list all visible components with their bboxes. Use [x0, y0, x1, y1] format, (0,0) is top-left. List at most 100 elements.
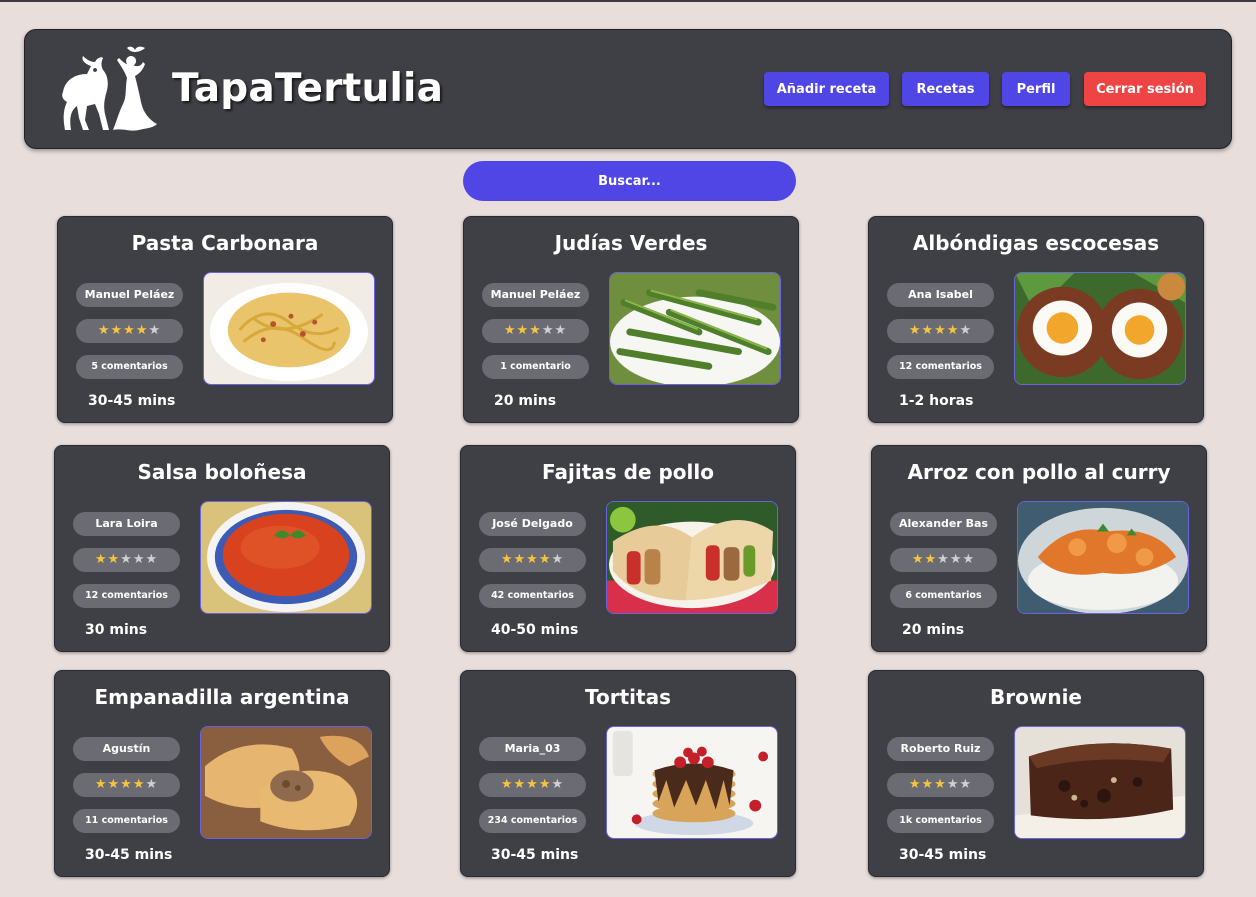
star-filled-icon: ★: [921, 777, 935, 792]
search-input[interactable]: [463, 161, 796, 201]
recipe-author-badge[interactable]: Ana Isabel: [887, 283, 994, 307]
comments-count-badge[interactable]: 12 comentarios: [887, 355, 994, 379]
star-filled-icon: ★: [908, 777, 922, 792]
recipe-author-badge[interactable]: Maria_03: [479, 737, 586, 761]
star-filled-icon: ★: [107, 777, 121, 792]
star-filled-icon: ★: [908, 323, 922, 338]
recipe-card[interactable]: Salsa boloñesa Lara Loira ★★★★★ 12 comentar…: [54, 445, 390, 652]
star-filled-icon: ★: [911, 552, 925, 567]
star-empty-icon: ★: [937, 552, 950, 567]
star-empty-icon: ★: [962, 552, 976, 567]
star-empty-icon: ★: [120, 552, 133, 567]
star-filled-icon: ★: [135, 323, 149, 338]
recipe-author-badge[interactable]: José Delgado: [479, 512, 586, 536]
recipe-author-badge[interactable]: Roberto Ruiz: [887, 737, 994, 761]
recipe-title: Brownie: [990, 685, 1082, 709]
comments-count-badge[interactable]: 6 comentarios: [890, 584, 997, 608]
recipe-card[interactable]: Brownie Roberto Ruiz ★★★★★ 1k comentarios 30…: [868, 670, 1204, 877]
star-filled-icon: ★: [94, 552, 108, 567]
rating-stars: ★★★★★: [76, 319, 183, 343]
brownie-photo[interactable]: [1014, 726, 1186, 839]
star-filled-icon: ★: [513, 777, 527, 792]
recipe-card[interactable]: Tortitas Maria_03 ★★★★★ 234 comentarios 30-4…: [460, 670, 796, 877]
recipe-card[interactable]: Judías Verdes Manuel Peláez ★★★★★ 1 comenta…: [463, 216, 799, 423]
top-border: [0, 0, 1256, 2]
star-filled-icon: ★: [921, 323, 935, 338]
star-filled-icon: ★: [107, 552, 121, 567]
cooking-time: 30-45 mins: [85, 847, 173, 863]
star-empty-icon: ★: [148, 323, 162, 338]
star-filled-icon: ★: [97, 323, 111, 338]
recipe-card[interactable]: Albóndigas escocesas Ana Isabel ★★★★★ 12 co…: [868, 216, 1204, 423]
recipe-card[interactable]: Pasta Carbonara Manuel Peláez ★★★★★ 5 comen…: [57, 216, 393, 423]
chicken-curry-rice-photo[interactable]: [1017, 501, 1189, 614]
recipes-button[interactable]: Recetas: [902, 72, 989, 106]
comments-count-badge[interactable]: 234 comentarios: [479, 809, 586, 833]
rating-stars: ★★★★★: [479, 773, 586, 797]
star-filled-icon: ★: [934, 777, 947, 792]
cooking-time: 30-45 mins: [491, 847, 579, 863]
star-filled-icon: ★: [946, 323, 960, 338]
star-empty-icon: ★: [145, 777, 159, 792]
cooking-time: 1-2 horas: [899, 393, 974, 409]
star-filled-icon: ★: [538, 777, 552, 792]
star-empty-icon: ★: [959, 777, 973, 792]
add-recipe-button[interactable]: Añadir receta: [764, 72, 889, 106]
comments-count-badge[interactable]: 12 comentarios: [73, 584, 180, 608]
star-filled-icon: ★: [500, 777, 514, 792]
empanadas-photo[interactable]: [200, 726, 372, 839]
star-filled-icon: ★: [526, 552, 539, 567]
cooking-time: 30-45 mins: [899, 847, 987, 863]
rating-stars: ★★★★★: [73, 773, 180, 797]
bull-flamenco-logo-icon: [62, 46, 157, 131]
app-header: TapaTertulia Añadir receta Recetas Perfi…: [24, 29, 1232, 149]
recipe-card[interactable]: Fajitas de pollo José Delgado ★★★★★ 42 come…: [460, 445, 796, 652]
profile-button[interactable]: Perfil: [1002, 72, 1070, 106]
cooking-time: 20 mins: [902, 622, 965, 638]
recipe-author-badge[interactable]: Agustín: [73, 737, 180, 761]
recipe-title: Tortitas: [585, 685, 671, 709]
star-filled-icon: ★: [120, 777, 133, 792]
comments-count-badge[interactable]: 42 comentarios: [479, 584, 586, 608]
star-empty-icon: ★: [949, 552, 963, 567]
comments-count-badge[interactable]: 11 comentarios: [73, 809, 180, 833]
green-beans-photo[interactable]: [609, 272, 781, 385]
star-filled-icon: ★: [123, 323, 136, 338]
pasta-carbonara-photo[interactable]: [203, 272, 375, 385]
recipe-card[interactable]: Empanadilla argentina Agustín ★★★★★ 11 come…: [54, 670, 390, 877]
star-empty-icon: ★: [959, 323, 973, 338]
star-filled-icon: ★: [934, 323, 947, 338]
recipe-title: Salsa boloñesa: [137, 460, 307, 484]
star-filled-icon: ★: [513, 552, 527, 567]
chicken-fajitas-photo[interactable]: [606, 501, 778, 614]
recipe-title: Albóndigas escocesas: [912, 231, 1160, 255]
scotch-eggs-photo[interactable]: [1014, 272, 1186, 385]
cooking-time: 20 mins: [494, 393, 557, 409]
logout-button[interactable]: Cerrar sesión: [1084, 72, 1206, 106]
rating-stars: ★★★★★: [73, 548, 180, 572]
star-empty-icon: ★: [554, 323, 568, 338]
star-filled-icon: ★: [110, 323, 124, 338]
recipe-title: Pasta Carbonara: [131, 231, 319, 255]
recipe-title: Arroz con pollo al curry: [907, 460, 1171, 484]
recipe-author-badge[interactable]: Alexander Bas: [890, 512, 997, 536]
star-empty-icon: ★: [541, 323, 555, 338]
star-filled-icon: ★: [503, 323, 517, 338]
star-empty-icon: ★: [551, 777, 565, 792]
comments-count-badge[interactable]: 1k comentarios: [887, 809, 994, 833]
recipe-card[interactable]: Arroz con pollo al curry Alexander Bas ★★★…: [871, 445, 1207, 652]
bolognese-sauce-photo[interactable]: [200, 501, 372, 614]
recipe-author-badge[interactable]: Manuel Peláez: [482, 283, 589, 307]
recipe-title: Judías Verdes: [554, 231, 708, 255]
rating-stars: ★★★★★: [887, 773, 994, 797]
comments-count-badge[interactable]: 5 comentarios: [76, 355, 183, 379]
recipe-author-badge[interactable]: Manuel Peláez: [76, 283, 183, 307]
star-filled-icon: ★: [538, 552, 552, 567]
pancakes-photo[interactable]: [606, 726, 778, 839]
rating-stars: ★★★★★: [890, 548, 997, 572]
star-empty-icon: ★: [551, 552, 565, 567]
comments-count-badge[interactable]: 1 comentario: [482, 355, 589, 379]
recipe-title: Fajitas de pollo: [542, 460, 714, 484]
rating-stars: ★★★★★: [887, 319, 994, 343]
recipe-author-badge[interactable]: Lara Loira: [73, 512, 180, 536]
